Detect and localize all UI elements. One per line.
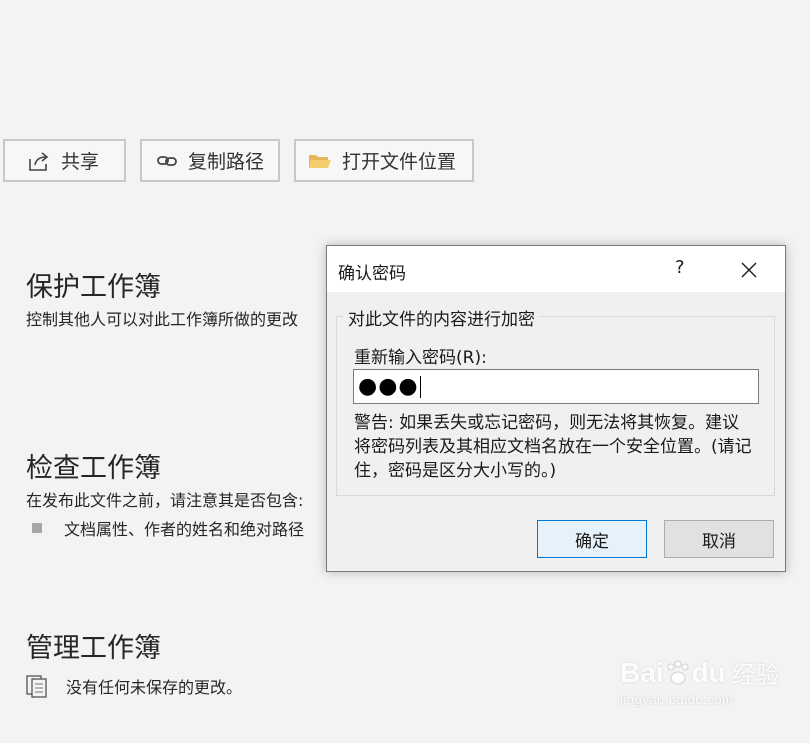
password-mask: ●●●	[358, 374, 419, 399]
manage-status-label: 没有任何未保存的更改。	[66, 678, 243, 697]
inspect-item: 文档属性、作者的姓名和绝对路径	[32, 516, 304, 540]
password-field[interactable]: ●●●	[353, 369, 759, 404]
warning-text: 警告: 如果丢失或忘记密码，则无法将其恢复。建议将密码列表及其相应文档名放在一个…	[354, 413, 752, 481]
inspect-item-label: 文档属性、作者的姓名和绝对路径	[64, 520, 305, 539]
watermark-brand-2: du	[691, 656, 726, 688]
manage-status: 没有任何未保存的更改。	[26, 674, 242, 698]
copy-path-button[interactable]: 复制路径	[140, 139, 280, 182]
reenter-password-label: 重新输入密码(R):	[354, 348, 487, 368]
inspect-workbook-desc: 在发布此文件之前，请注意其是否包含:	[26, 491, 304, 510]
ok-button[interactable]: 确定	[537, 520, 647, 558]
manage-workbook-title: 管理工作簿	[26, 633, 161, 664]
text-caret	[419, 376, 421, 398]
help-button[interactable]: ?	[675, 257, 685, 278]
copy-path-label: 复制路径	[188, 151, 265, 173]
watermark-url: jingyan.baidu.com	[620, 692, 734, 707]
document-stack-icon	[26, 674, 52, 698]
dialog-title: 确认密码	[338, 264, 406, 284]
confirm-password-dialog: 确认密码 ? 对此文件的内容进行加密 重新输入密码(R): ●●● 警告: 如果…	[326, 245, 786, 572]
open-location-label: 打开文件位置	[342, 151, 457, 173]
paw-icon	[665, 659, 691, 687]
bullet-icon	[32, 523, 42, 533]
protect-workbook-desc: 控制其他人可以对此工作簿所做的更改	[26, 310, 299, 329]
cancel-button[interactable]: 取消	[664, 520, 774, 558]
watermark-product: 经验	[731, 661, 780, 689]
share-icon	[27, 150, 51, 172]
watermark-brand: Bai	[620, 656, 664, 688]
baidu-watermark: Bai du 经验 jingyan.baidu.com	[620, 655, 780, 708]
protect-workbook-title: 保护工作簿	[26, 272, 161, 303]
dialog-titlebar: 确认密码 ?	[327, 246, 785, 292]
folder-icon	[308, 152, 332, 170]
link-icon	[156, 154, 178, 168]
share-label: 共享	[61, 151, 100, 173]
inspect-workbook-title: 检查工作簿	[26, 453, 161, 484]
share-button[interactable]: 共享	[3, 139, 126, 182]
open-location-button[interactable]: 打开文件位置	[294, 139, 474, 182]
group-label: 对此文件的内容进行加密	[343, 305, 540, 330]
close-icon[interactable]	[739, 260, 759, 280]
